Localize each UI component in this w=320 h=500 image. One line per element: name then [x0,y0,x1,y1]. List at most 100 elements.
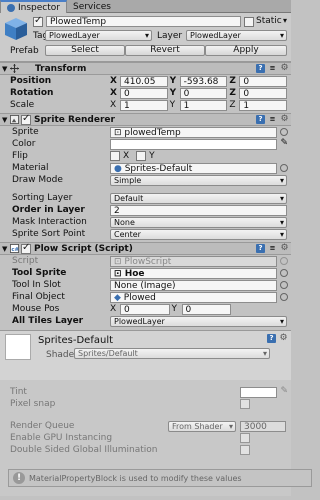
tint-swatch[interactable] [240,387,277,398]
final-object-row: Final Object ◆ Plowed [0,291,291,303]
help-icon[interactable]: ? [267,334,276,343]
rotation-row: Rotation X0 Y0 Z0 [0,87,291,99]
eyedropper-icon[interactable]: ✎ [280,386,288,396]
prefab-select-button[interactable]: Select [45,45,125,56]
svg-text:c#: c# [11,247,19,253]
gear-icon[interactable]: ⚙ [279,334,288,343]
rotation-z-input[interactable]: 0 [239,88,288,99]
prefab-apply-button[interactable]: Apply [205,45,287,56]
static-label: Static [256,16,282,26]
sprite-renderer-enabled-checkbox[interactable] [21,113,31,125]
scale-x-input[interactable]: 1 [120,100,168,111]
mouse-y-axis-label: Y [171,304,178,314]
render-queue-input[interactable]: 3000 [240,421,286,432]
preset-icon[interactable]: ≡ [268,64,277,73]
material-value: Sprites-Default [124,164,193,174]
dsgi-label: Double Sided Global Illumination [10,445,158,455]
object-picker-icon[interactable] [280,164,288,172]
rotation-label: Rotation [10,88,54,98]
final-object-label: Final Object [12,292,65,302]
pixel-snap-checkbox[interactable] [240,399,250,409]
script-value: PlowScript [124,257,172,267]
final-object-field[interactable]: ◆ Plowed [110,292,277,303]
scale-label: Scale [10,100,35,110]
info-icon [7,3,15,12]
preset-icon[interactable]: ≡ [268,244,277,253]
object-picker-icon[interactable] [280,269,288,277]
tool-in-slot-field[interactable]: None (Image) [110,280,277,291]
mouse-pos-x-input[interactable]: 0 [120,304,170,315]
mask-interaction-dropdown[interactable]: None [110,217,287,228]
tab-inspector[interactable]: Inspector [0,0,67,13]
sorting-layer-dropdown[interactable]: Default [110,193,287,204]
plow-script-title: Plow Script (Script) [34,243,133,254]
sorting-layer-row: Sorting Layer Default [0,192,291,204]
tab-services[interactable]: Services [67,0,117,13]
tag-dropdown[interactable]: PlowedLayer [45,30,152,41]
tab-services-label: Services [72,1,111,12]
eyedropper-icon[interactable]: ✎ [280,138,288,148]
sprite-field[interactable]: ⊡ plowedTemp [110,127,277,138]
layer-label: Layer [157,31,183,41]
dsgi-checkbox[interactable] [240,445,250,455]
position-y-input[interactable]: -593.68 [179,76,228,87]
tool-sprite-field[interactable]: ⊡ Hoe [110,268,277,279]
color-row: Color ✎ [0,138,291,150]
rotation-x-input[interactable]: 0 [120,88,168,99]
sorting-layer-label: Sorting Layer [12,193,73,203]
sprite-sort-point-dropdown[interactable]: Center [110,229,287,240]
gear-icon[interactable]: ⚙ [280,64,289,73]
fold-arrow-icon[interactable]: ▼ [2,245,10,253]
draw-mode-label: Draw Mode [12,175,63,185]
scale-y-input[interactable]: 1 [179,100,228,111]
material-field[interactable]: ● Sprites-Default [110,163,277,174]
sprite-sort-point-row: Sprite Sort Point Center [0,228,291,240]
render-queue-dropdown[interactable]: From Shader [168,421,236,432]
sprite-label: Sprite [12,127,39,137]
color-swatch[interactable] [110,139,277,150]
preset-icon[interactable]: ≡ [268,115,277,124]
prefab-revert-button[interactable]: Revert [125,45,205,56]
order-in-layer-row: Order in Layer 2 [0,204,291,216]
gear-icon[interactable]: ⚙ [280,115,289,124]
static-checkbox[interactable] [244,17,254,27]
position-z-input[interactable]: 0 [239,76,288,87]
sprite-asset-icon: ⊡ [114,128,125,138]
tool-in-slot-label: Tool In Slot [12,280,61,290]
help-icon[interactable]: ? [256,64,265,73]
object-picker-icon[interactable] [280,128,288,136]
layer-dropdown[interactable]: PlowedLayer [186,30,287,41]
flip-y-checkbox[interactable] [136,151,147,161]
tool-in-slot-row: Tool In Slot None (Image) [0,279,291,291]
help-icon[interactable]: ? [256,115,265,124]
scale-row: Scale X1 Y1 Z1 [0,99,291,111]
object-name-input[interactable]: PlowedTemp [46,16,241,27]
tool-sprite-label: Tool Sprite [12,268,67,278]
plow-script-enabled-checkbox[interactable] [21,242,31,254]
fold-arrow-icon[interactable]: ▼ [2,65,10,73]
plow-script-header[interactable]: ▼ c# Plow Script (Script) ?≡⚙ [0,242,291,255]
scale-z-input[interactable]: 1 [239,100,288,111]
transform-title: Transform [35,63,87,74]
rotation-y-input[interactable]: 0 [179,88,228,99]
shader-dropdown[interactable]: Sprites/Default [74,348,270,359]
sprite-renderer-header[interactable]: ▼ Sprite Renderer ?≡⚙ [0,113,291,126]
active-checkbox[interactable] [33,15,43,27]
static-dropdown-icon[interactable]: ▾ [283,16,287,25]
script-field: ⊡ PlowScript [110,256,277,267]
gpu-instancing-checkbox[interactable] [240,433,250,443]
gpu-instancing-label: Enable GPU Instancing [10,433,113,443]
help-icon[interactable]: ? [256,244,265,253]
all-tiles-layer-dropdown[interactable]: PlowedLayer [110,316,287,327]
transform-header[interactable]: ▼ Transform ? ≡ ⚙ [0,62,291,75]
mouse-pos-y-input[interactable]: 0 [181,304,231,315]
draw-mode-dropdown[interactable]: Simple [110,175,287,186]
position-x-input[interactable]: 410.05 [120,76,168,87]
object-picker-icon[interactable] [280,281,288,289]
pixel-snap-row: Pixel snap [0,398,291,410]
gear-icon[interactable]: ⚙ [280,244,289,253]
fold-arrow-icon[interactable]: ▼ [2,116,10,124]
object-picker-icon[interactable] [280,293,288,301]
order-in-layer-input[interactable]: 2 [110,205,287,216]
flip-x-checkbox[interactable] [110,151,120,161]
